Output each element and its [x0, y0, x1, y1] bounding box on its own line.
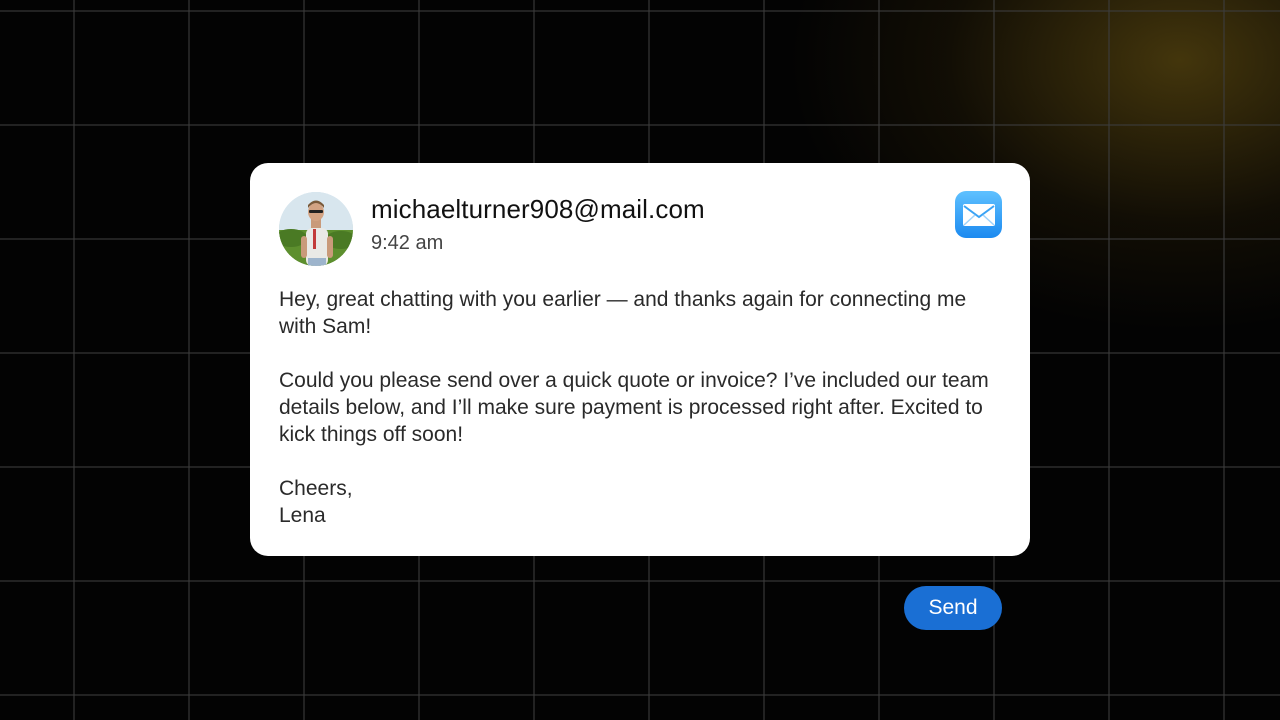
envelope-icon: [962, 203, 995, 226]
avatar-photo: [279, 192, 353, 266]
email-body: Hey, great chatting with you earlier — a…: [279, 286, 999, 529]
signature-name: Lena: [279, 504, 326, 527]
send-button[interactable]: Send: [904, 586, 1002, 630]
avatar: [279, 192, 353, 266]
email-paragraph: Hey, great chatting with you earlier — a…: [279, 288, 967, 338]
signoff-text: Cheers,: [279, 477, 353, 500]
sender-email: michaelturner908@mail.com: [371, 194, 705, 224]
email-timestamp: 9:42 am: [371, 232, 444, 254]
email-paragraph: Could you please send over a quick quote…: [279, 369, 989, 446]
background-stage: michaelturner908@mail.com 9:42 am Hey, g…: [0, 0, 1280, 720]
email-signoff: Cheers, Lena: [279, 475, 999, 529]
mail-icon: [955, 191, 1002, 238]
email-card: michaelturner908@mail.com 9:42 am Hey, g…: [250, 163, 1030, 556]
